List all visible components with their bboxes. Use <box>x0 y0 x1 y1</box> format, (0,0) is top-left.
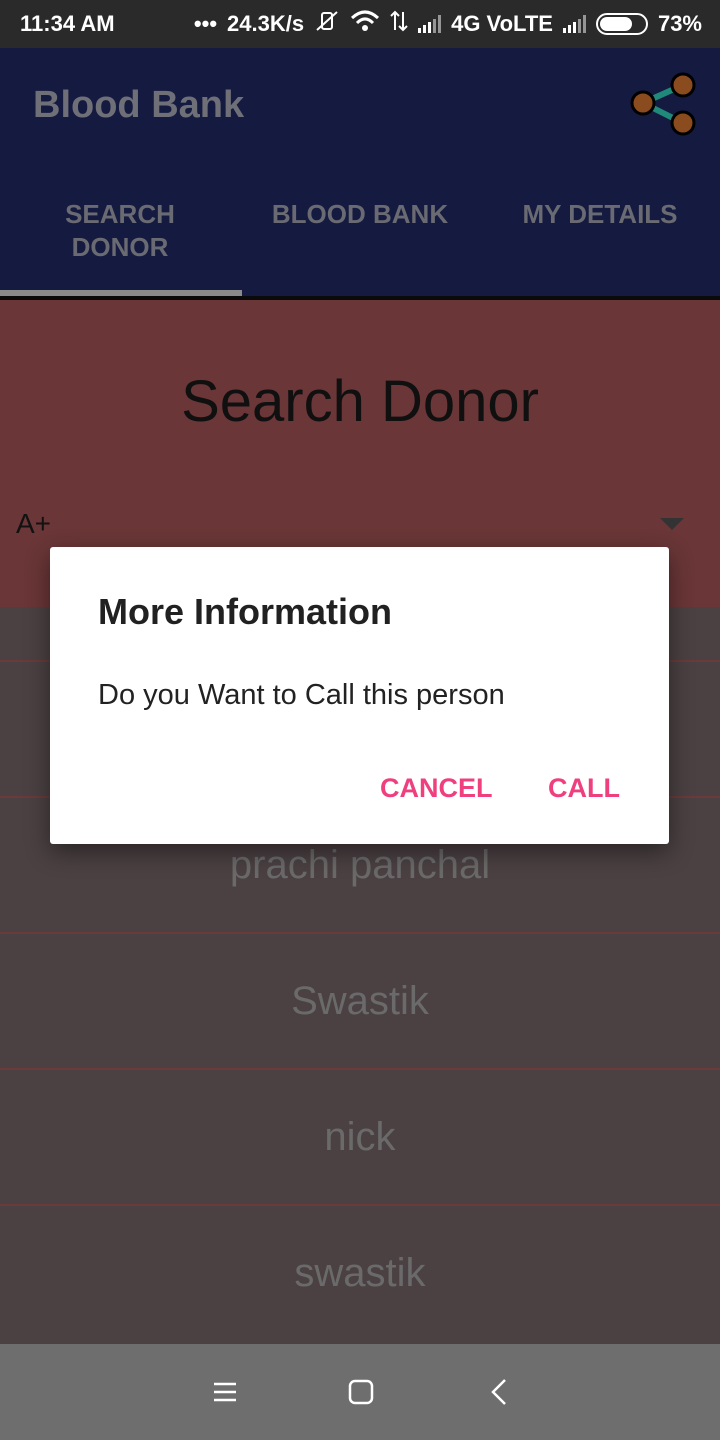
donor-row[interactable]: Swastik <box>0 932 720 1068</box>
status-time: 11:34 AM <box>20 11 115 36</box>
donor-row[interactable]: nick <box>0 1068 720 1204</box>
blood-group-spinner[interactable]: A+ <box>16 508 51 540</box>
dialog-message: Do you Want to Call this person <box>98 679 505 711</box>
tab-label: MY DETAILS <box>522 199 678 229</box>
home-icon[interactable] <box>321 1344 401 1440</box>
data-transfer-icon <box>390 10 408 38</box>
app-bar: Blood Bank SEARCH DONOR BLOOD BANK MY DE… <box>0 48 720 298</box>
tab-label: SEARCH DONOR <box>65 199 175 262</box>
dialog-title: More Information <box>98 591 392 632</box>
status-icons: ••• 24.3K/s 4G VoLTE 73% <box>194 10 702 38</box>
dropdown-arrow-icon[interactable] <box>660 518 684 530</box>
donor-row[interactable]: swastik <box>0 1204 720 1340</box>
call-dialog: More Information Do you Want to Call thi… <box>50 547 669 844</box>
signal-icon-2 <box>562 15 586 33</box>
network-speed: 24.3K/s <box>227 11 305 36</box>
navigation-bar <box>0 1344 720 1440</box>
tab-bar: SEARCH DONOR BLOOD BANK MY DETAILS <box>0 196 720 298</box>
menu-icon[interactable] <box>185 1344 265 1440</box>
page-title: Search Donor <box>181 369 539 434</box>
battery-icon <box>595 13 648 35</box>
tab-label: BLOOD BANK <box>271 199 449 229</box>
wifi-icon <box>350 10 380 38</box>
app-title: Blood Bank <box>33 84 245 126</box>
more-dots-icon: ••• <box>193 11 218 36</box>
call-button[interactable]: CALL <box>548 773 620 804</box>
status-bar: 11:34 AM ••• 24.3K/s 4G VoLTE 73% <box>0 0 720 48</box>
tab-blood-bank[interactable]: BLOOD BANK <box>240 196 480 298</box>
back-icon[interactable] <box>459 1344 539 1440</box>
tab-my-details[interactable]: MY DETAILS <box>480 196 720 298</box>
battery-percent: 73% <box>657 11 702 36</box>
signal-icon <box>418 15 442 33</box>
cancel-button[interactable]: CANCEL <box>380 773 493 804</box>
network-type: 4G VoLTE <box>451 11 553 36</box>
tab-search-donor[interactable]: SEARCH DONOR <box>0 196 240 298</box>
share-icon[interactable] <box>628 70 698 140</box>
vibrate-off-icon <box>314 10 340 38</box>
